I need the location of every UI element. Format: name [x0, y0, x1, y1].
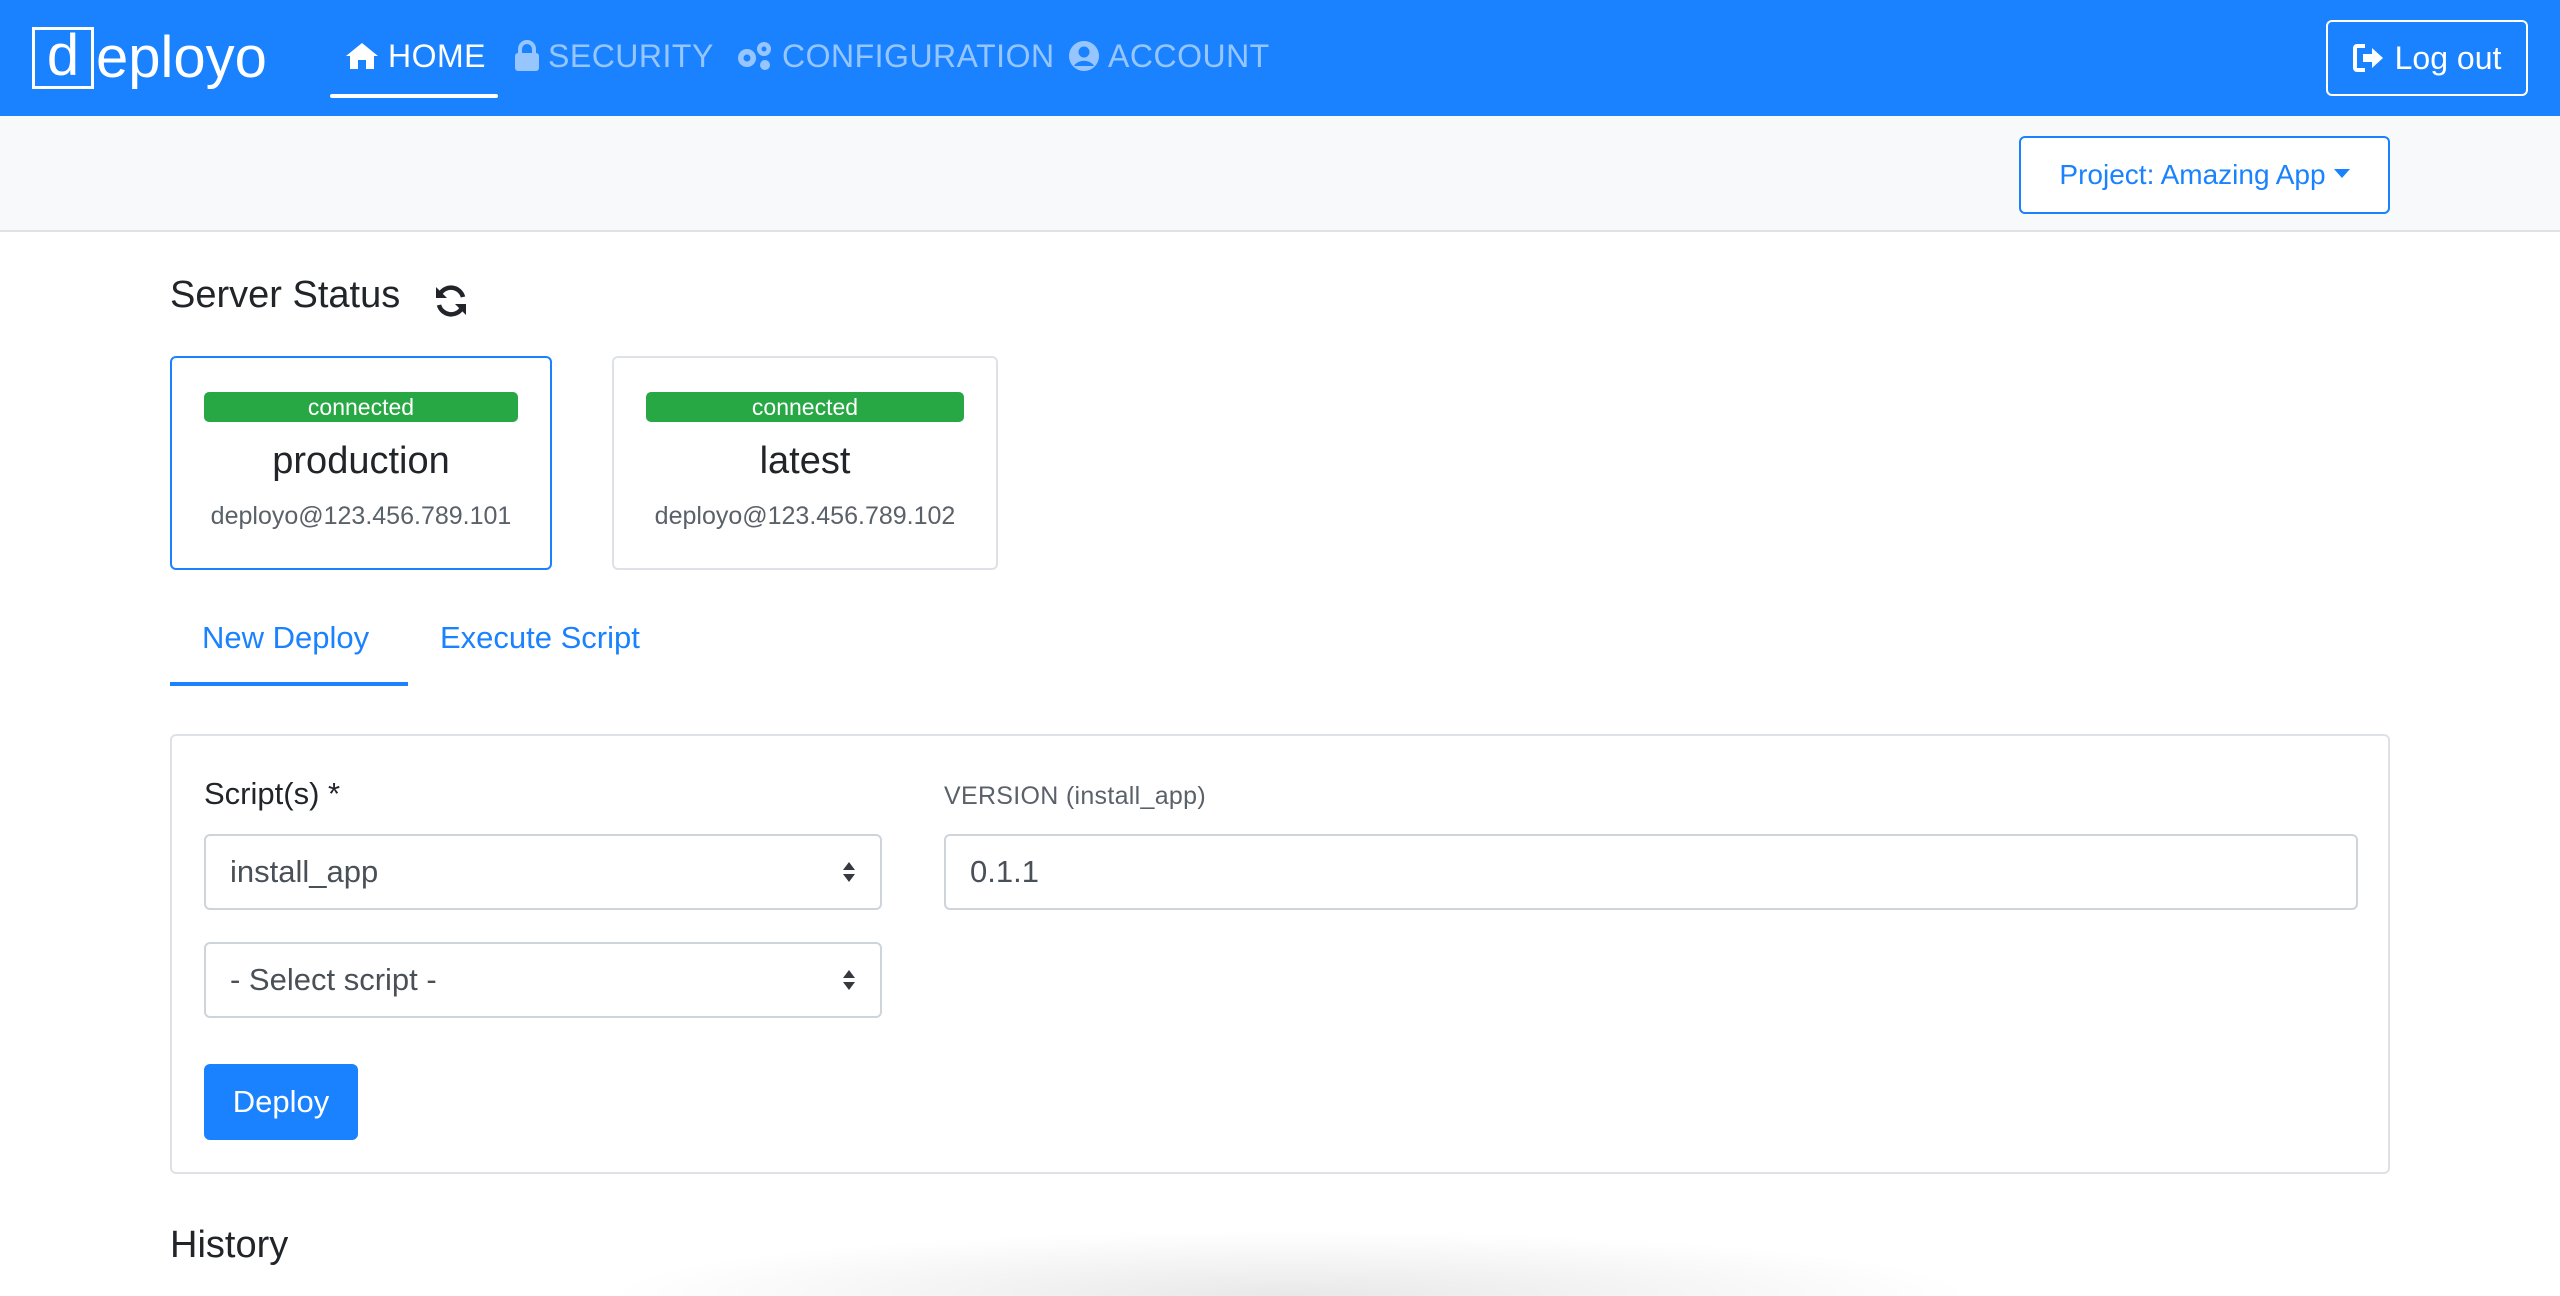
logo-letter: d [32, 27, 94, 89]
nav-configuration[interactable]: CONFIGURATION [734, 30, 1055, 82]
user-circle-icon [1069, 41, 1099, 71]
deploy-button[interactable]: Deploy [204, 1064, 358, 1140]
nav-account[interactable]: ACCOUNT [1068, 30, 1270, 82]
tab-new-deploy[interactable]: New Deploy [170, 620, 408, 686]
server-card-latest[interactable]: connected latest deployo@123.456.789.102 [612, 356, 998, 570]
deployo-logo[interactable]: d eployo [32, 26, 267, 90]
scripts-label: Script(s) * [204, 776, 341, 811]
server-name: production [272, 440, 450, 482]
history-card-shadow [600, 1230, 1980, 1296]
nav-configuration-label: CONFIGURATION [782, 37, 1055, 74]
logout-button[interactable]: Log out [2326, 20, 2528, 96]
nav-active-indicator [330, 94, 498, 98]
refresh-icon[interactable] [432, 282, 470, 320]
script-select-placeholder: - Select script - [230, 962, 437, 997]
server-host: deployo@123.456.789.102 [654, 502, 956, 530]
tab-execute-script-label: Execute Script [440, 620, 640, 655]
caret-down-icon [2333, 168, 2350, 178]
top-navbar: d eployo HOME SECURITY CONFIGURATION ACC… [0, 0, 2560, 116]
server-status-title: Server Status [170, 274, 401, 316]
nav-home[interactable]: HOME [344, 30, 486, 82]
status-badge: connected [204, 392, 518, 422]
version-input[interactable]: 0.1.1 [944, 834, 2358, 910]
nav-account-label: ACCOUNT [1108, 37, 1270, 74]
nav-home-label: HOME [388, 37, 486, 74]
script-select-value: install_app [230, 854, 379, 889]
deploy-button-label: Deploy [232, 1084, 330, 1119]
nav-security[interactable]: SECURITY [514, 30, 714, 82]
status-badge: connected [646, 392, 964, 422]
server-name: latest [759, 440, 851, 482]
server-card-production[interactable]: connected production deployo@123.456.789… [170, 356, 552, 570]
project-dropdown-button[interactable]: Project: Amazing App [2019, 136, 2390, 214]
history-title: History [170, 1224, 289, 1266]
logo-text: eployo [96, 25, 267, 90]
version-label: VERSION (install_app) [944, 782, 1206, 810]
script-select-2[interactable]: - Select script - [204, 942, 882, 1018]
project-bar: Project: Amazing App [0, 116, 2560, 232]
gears-icon [738, 42, 771, 70]
select-arrows-icon [843, 862, 855, 882]
server-host: deployo@123.456.789.101 [210, 502, 512, 530]
version-input-value: 0.1.1 [970, 854, 1039, 889]
project-label: Project: Amazing App [2059, 159, 2326, 190]
script-select-1[interactable]: install_app [204, 834, 882, 910]
sign-out-icon [2352, 44, 2383, 72]
home-icon [346, 43, 378, 69]
lock-icon [515, 40, 539, 71]
tab-new-deploy-label: New Deploy [202, 620, 370, 655]
logout-label: Log out [2394, 39, 2502, 76]
select-arrows-icon [843, 970, 855, 990]
tab-execute-script[interactable]: Execute Script [408, 620, 672, 686]
nav-security-label: SECURITY [548, 37, 714, 74]
deploy-form-panel: Script(s) * install_app - Select script … [170, 734, 2390, 1174]
